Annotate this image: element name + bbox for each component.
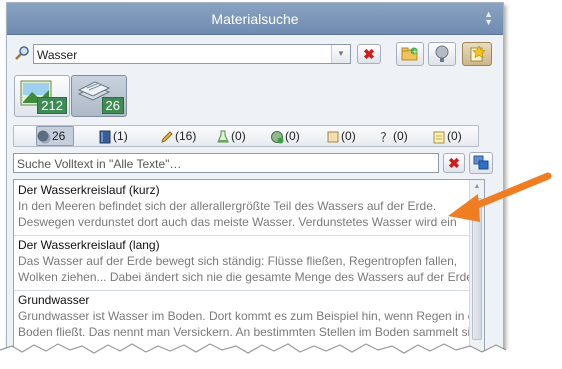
list-item[interactable]: Der Wasserkreislauf (lang) Das Wasser au… [14, 238, 485, 285]
torn-edge-decoration [0, 343, 520, 369]
type-count-globe: 0 [289, 129, 296, 143]
result-snippet-line: Grundwasser ist Wasser im Boden. Dort ko… [18, 309, 485, 323]
list-item[interactable]: Der Wasserkreislauf (kurz) In den Meeren… [14, 183, 472, 230]
type-filter-scroll[interactable]: (0) [326, 127, 356, 145]
result-snippet-line: Das Wasser auf der Erde bewegt sich stän… [18, 254, 458, 268]
type-count-pencil: 16 [179, 129, 193, 143]
divider [14, 235, 472, 236]
notepad-icon [433, 131, 445, 144]
title-bar: Materialsuche ▲ ▼ [7, 3, 503, 35]
result-title: Grundwasser [18, 293, 90, 307]
type-filter-notepad[interactable]: (0) [432, 127, 462, 145]
pointer-arrow-icon [448, 172, 552, 222]
scroll-icon [327, 131, 339, 143]
type-filter-bar: 26 (1) (16) (0) (0) (0) ? (0) (0) [13, 125, 479, 147]
favorites-button[interactable] [462, 42, 492, 66]
category-texts-button[interactable]: 26 [71, 75, 127, 117]
type-filter-question[interactable]: ? (0) [378, 127, 408, 145]
chevron-down-icon[interactable]: ▼ [331, 45, 350, 63]
category-images-button[interactable]: 212 [14, 75, 70, 117]
window-title: Materialsuche [211, 11, 299, 27]
type-count-flask: 0 [235, 129, 242, 143]
book-icon [99, 130, 111, 144]
results-list: Der Wasserkreislauf (kurz) In den Meeren… [13, 179, 485, 355]
type-filter-flask[interactable]: (0) [216, 127, 246, 145]
globe-icon [435, 45, 449, 62]
type-count-book: 1 [117, 129, 124, 143]
search-combobox[interactable]: Wasser ▼ [33, 44, 351, 64]
star-note-icon [470, 45, 486, 62]
clear-search-button[interactable]: ✖ [357, 44, 381, 64]
collapse-toggle-icon[interactable]: ▲ ▼ [484, 10, 493, 27]
globe-add-icon [271, 130, 284, 144]
svg-text:+: + [412, 48, 418, 56]
fulltext-placeholder: Suche Volltext in "Alle Texte"… [17, 157, 182, 171]
search-icon [14, 45, 30, 61]
category-texts-count: 26 [101, 97, 124, 114]
type-filter-all[interactable]: 26 [36, 126, 74, 146]
all-types-icon [37, 130, 51, 144]
type-filter-globe[interactable]: (0) [270, 127, 300, 145]
result-title: Der Wasserkreislauf (lang) [18, 238, 160, 252]
divider [14, 290, 472, 291]
result-snippet-line: In den Meeren befindet sich der allerall… [18, 199, 437, 213]
type-count-notepad: 0 [451, 129, 458, 143]
type-filter-book[interactable]: (1) [98, 127, 128, 145]
result-title: Der Wasserkreislauf (kurz) [18, 183, 160, 197]
flask-icon [217, 130, 229, 143]
type-count-scroll: 0 [345, 129, 352, 143]
svg-text:?: ? [380, 131, 387, 144]
folder-add-icon: + [401, 47, 418, 61]
pencil-icon [161, 131, 173, 143]
fulltext-search-input[interactable]: Suche Volltext in "Alle Texte"… [13, 153, 439, 173]
question-icon: ? [380, 131, 387, 144]
globe-button[interactable] [428, 42, 456, 66]
type-filter-pencil[interactable]: (16) [160, 127, 196, 145]
result-snippet-line: Deswegen verdunstet dort auch das meiste… [18, 215, 457, 229]
add-material-button[interactable]: + [396, 42, 424, 66]
category-images-count: 212 [37, 97, 67, 114]
type-count-all: 26 [52, 129, 66, 143]
material-search-panel: Materialsuche ▲ ▼ Wasser ▼ ✖ + 212 26 26 … [6, 2, 504, 356]
search-input[interactable]: Wasser [37, 48, 77, 62]
result-snippet-line: Wolken ziehen... Dabei ändert sich nie d… [18, 270, 485, 284]
list-item[interactable]: Grundwasser Grundwasser ist Wasser im Bo… [14, 293, 485, 340]
type-count-question: 0 [397, 129, 404, 143]
